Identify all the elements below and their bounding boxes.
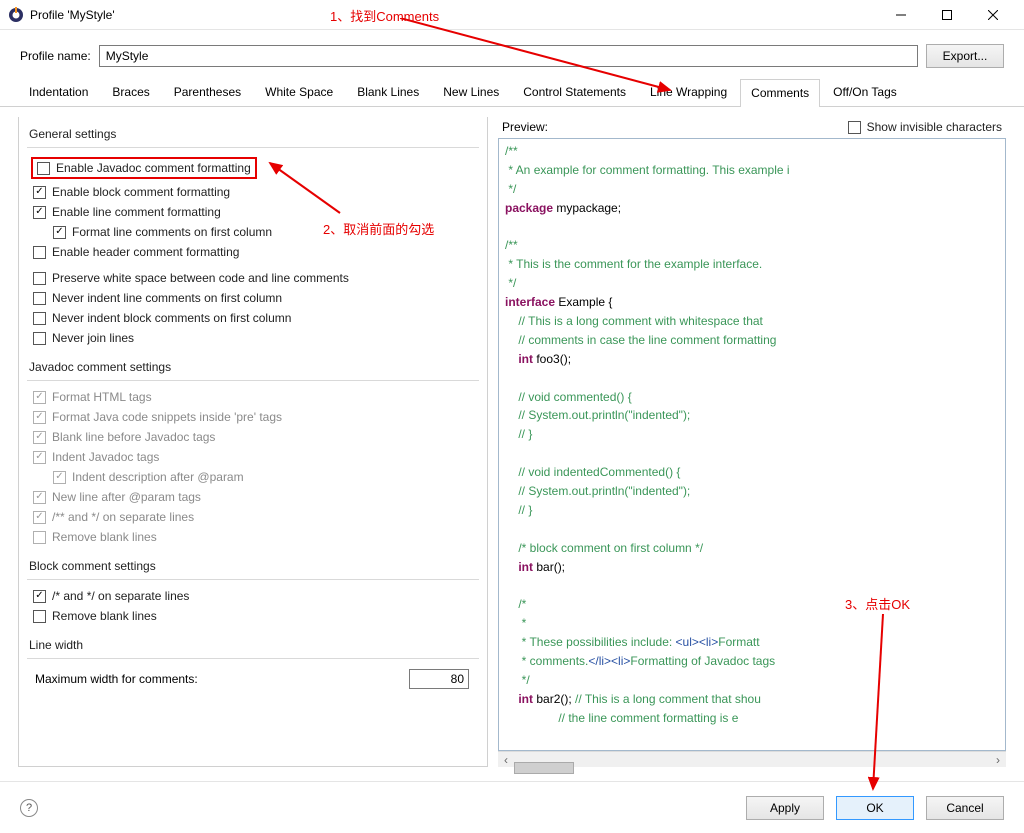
cb-sep1: [33, 511, 46, 524]
close-button[interactable]: [970, 1, 1016, 29]
export-button[interactable]: Export...: [926, 44, 1004, 68]
cb-preserve-ws[interactable]: [33, 272, 46, 285]
cb-newline: [33, 491, 46, 504]
dialog-footer: ? Apply OK Cancel: [0, 781, 1024, 833]
tab-comments[interactable]: Comments: [740, 79, 820, 107]
maximize-button[interactable]: [924, 1, 970, 29]
h-scrollbar[interactable]: ‹ ›: [498, 751, 1006, 767]
lbl-rblank: Remove blank lines: [52, 530, 157, 544]
tab-whitespace[interactable]: White Space: [254, 78, 344, 106]
javadoc-legend: Javadoc comment settings: [27, 356, 479, 378]
lbl-newline: New line after @param tags: [52, 490, 201, 504]
profile-name-row: Profile name: Export...: [0, 30, 1024, 78]
tab-indentation[interactable]: Indentation: [18, 78, 99, 106]
cb-enable-header[interactable]: [33, 246, 46, 259]
cb-rblank: [33, 531, 46, 544]
lbl-bsep: /* and */ on separate lines: [52, 589, 189, 603]
lbl-never-join: Never join lines: [52, 331, 134, 345]
cb-never-join[interactable]: [33, 332, 46, 345]
lbl-never-block: Never indent block comments on first col…: [52, 311, 291, 325]
input-maxwidth[interactable]: [409, 669, 469, 689]
lbl-format-line-first: Format line comments on first column: [72, 225, 272, 239]
cb-never-block[interactable]: [33, 312, 46, 325]
tab-blanklines[interactable]: Blank Lines: [346, 78, 430, 106]
block-legend: Block comment settings: [27, 555, 479, 577]
lbl-enable-javadoc: Enable Javadoc comment formatting: [56, 161, 251, 175]
cancel-button[interactable]: Cancel: [926, 796, 1004, 820]
lbl-ijtags: Indent Javadoc tags: [52, 450, 159, 464]
cb-enable-javadoc[interactable]: [37, 162, 50, 175]
cb-brblank[interactable]: [33, 610, 46, 623]
lbl-never-line: Never indent line comments on first colu…: [52, 291, 282, 305]
profile-name-label: Profile name:: [20, 49, 91, 63]
lbl-enable-block: Enable block comment formatting: [52, 185, 230, 199]
tab-bar: Indentation Braces Parentheses White Spa…: [0, 78, 1024, 107]
lbl-sep1: /** and */ on separate lines: [52, 510, 194, 524]
tab-parentheses[interactable]: Parentheses: [163, 78, 252, 106]
cb-fhtml: [33, 391, 46, 404]
lbl-maxwidth: Maximum width for comments:: [35, 672, 198, 686]
tab-braces[interactable]: Braces: [101, 78, 160, 106]
title-bar: Profile 'MyStyle': [0, 0, 1024, 30]
minimize-button[interactable]: [878, 1, 924, 29]
lbl-enable-header: Enable header comment formatting: [52, 245, 239, 259]
cb-enable-block[interactable]: [33, 186, 46, 199]
lbl-idesc: Indent description after @param: [72, 470, 244, 484]
preview-panel: Preview: Show invisible characters /** *…: [498, 117, 1006, 767]
help-icon[interactable]: ?: [20, 799, 38, 817]
profile-name-input[interactable]: [99, 45, 918, 67]
lbl-enable-line: Enable line comment formatting: [52, 205, 221, 219]
cb-invisible[interactable]: [848, 121, 861, 134]
lbl-fjava: Format Java code snippets inside 'pre' t…: [52, 410, 282, 424]
cb-bsep[interactable]: [33, 590, 46, 603]
cb-bline: [33, 431, 46, 444]
lbl-brblank: Remove blank lines: [52, 609, 157, 623]
cb-never-line[interactable]: [33, 292, 46, 305]
cb-enable-line[interactable]: [33, 206, 46, 219]
window-title: Profile 'MyStyle': [30, 8, 878, 22]
lbl-invisible: Show invisible characters: [867, 120, 1002, 134]
tab-controlstatements[interactable]: Control Statements: [512, 78, 637, 106]
code-preview[interactable]: /** * An example for comment formatting.…: [498, 138, 1006, 751]
general-legend: General settings: [27, 123, 479, 145]
cb-idesc: [53, 471, 66, 484]
settings-panel: General settings Enable Javadoc comment …: [18, 117, 488, 767]
lbl-preserve-ws: Preserve white space between code and li…: [52, 271, 349, 285]
linewidth-legend: Line width: [27, 634, 479, 656]
tab-newlines[interactable]: New Lines: [432, 78, 510, 106]
tab-offontags[interactable]: Off/On Tags: [822, 78, 908, 106]
apply-button[interactable]: Apply: [746, 796, 824, 820]
cb-ijtags: [33, 451, 46, 464]
app-icon: [8, 7, 24, 23]
preview-label: Preview:: [502, 120, 548, 134]
tab-linewrapping[interactable]: Line Wrapping: [639, 78, 738, 106]
lbl-bline: Blank line before Javadoc tags: [52, 430, 215, 444]
cb-format-line-first[interactable]: [53, 226, 66, 239]
cb-fjava: [33, 411, 46, 424]
ok-button[interactable]: OK: [836, 796, 914, 820]
lbl-fhtml: Format HTML tags: [52, 390, 152, 404]
